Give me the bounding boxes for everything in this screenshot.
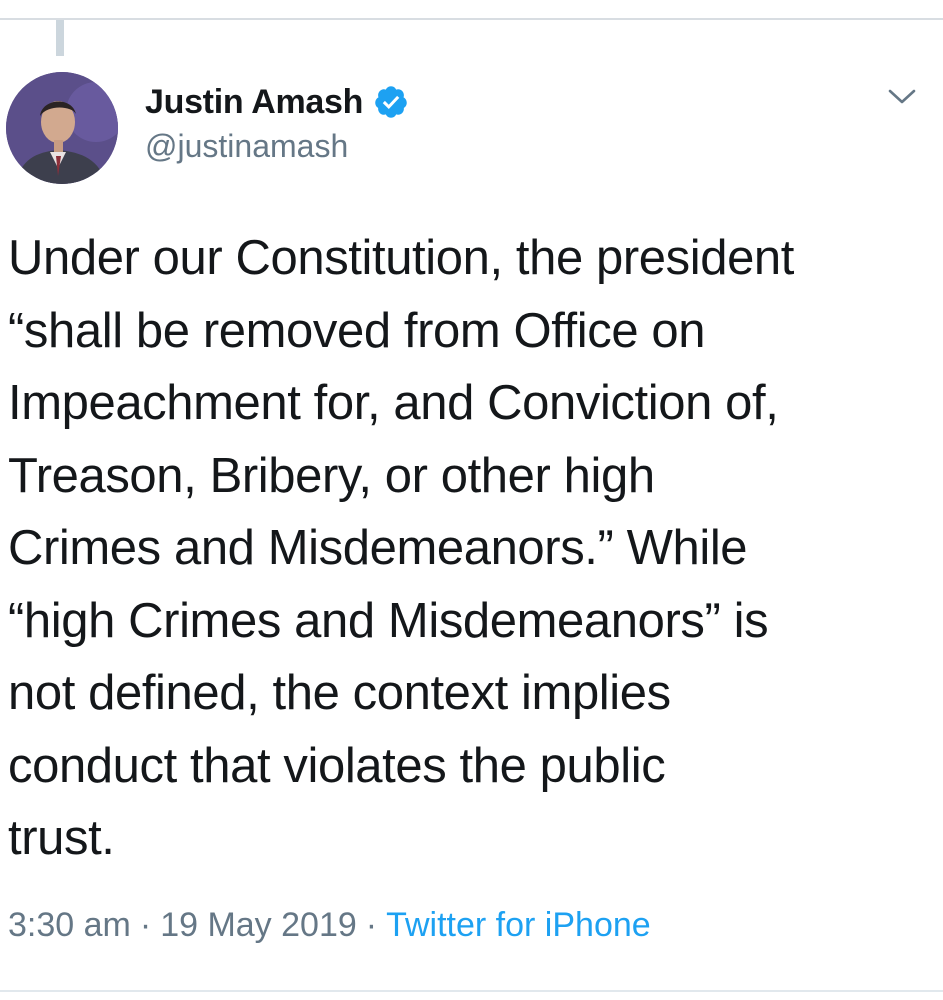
tweet-date[interactable]: 19 May 2019 [160,906,357,944]
thread-connector-line [56,20,64,56]
tweet-text-line: “high Crimes and Misdemeanors” is [8,593,769,648]
meta-separator: · [365,906,378,944]
tweet-text-line: Treason, Bribery, or other high [8,448,655,503]
avatar[interactable] [6,72,118,184]
tweet-menu-button[interactable] [884,84,920,114]
author-name-row[interactable]: Justin Amash [145,80,409,124]
tweet-text-line: Crimes and Misdemeanors.” While [8,521,748,575]
tweet-source-link[interactable]: Twitter for iPhone [386,906,651,944]
bottom-divider [0,990,943,992]
tweet-text-line: “shall be removed from Office on [8,303,706,358]
top-divider [0,18,943,20]
author-handle[interactable]: @justinamash [145,128,348,165]
tweet-text-line: conduct that violates the public [8,738,666,793]
tweet-text-line: Under our Constitution, the president [8,231,794,285]
tweet-text: Under our Constitution, the president “s… [8,222,938,875]
tweet-text-line: not defined, the context implies [8,666,671,720]
tweet-text-line: Impeachment for, and Conviction of, [8,376,779,430]
meta-separator: · [139,906,152,944]
chevron-down-icon [888,88,916,111]
author-display-name[interactable]: Justin Amash [145,83,363,122]
tweet-text-line: trust. [8,811,115,865]
verified-badge-icon [373,84,409,120]
tweet-metadata: 3:30 am · 19 May 2019 · Twitter for iPhone [8,906,651,945]
tweet-time[interactable]: 3:30 am [8,906,131,944]
